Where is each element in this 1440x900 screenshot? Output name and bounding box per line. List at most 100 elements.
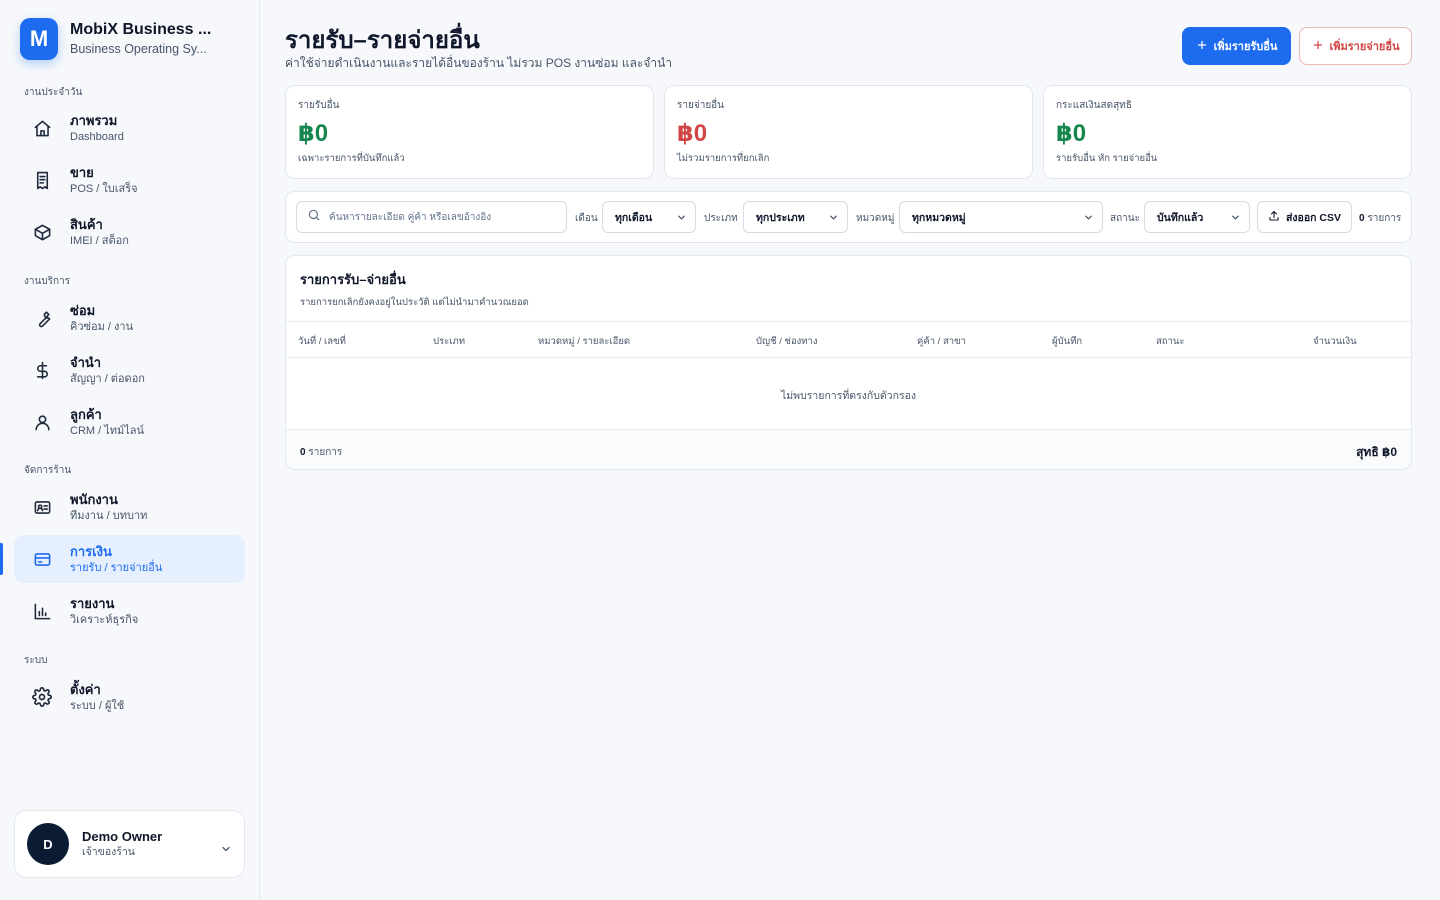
chevron-down-icon — [1083, 212, 1094, 226]
type-select[interactable]: ทุกประเภท — [743, 201, 848, 233]
sidebar-item-products[interactable]: สินค้า IMEI / สต็อก — [14, 208, 245, 256]
brand-title: MobiX Business ... — [70, 21, 212, 38]
search-icon — [307, 208, 321, 227]
receipt-icon — [14, 171, 70, 190]
sidebar-item-label: ลูกค้า — [70, 406, 102, 422]
sidebar-item-sub: ทีมงาน / บทบาท — [70, 509, 148, 522]
add-income-button[interactable]: เพิ่มรายรับอื่น — [1182, 27, 1291, 65]
nav-section-service: งานบริการ — [24, 276, 71, 287]
brand[interactable]: M MobiX Business ... Business Operating … — [20, 18, 211, 60]
category-select[interactable]: ทุกหมวดหมู่ — [899, 201, 1103, 233]
sidebar-item-sub: วิเคราะห์ธุรกิจ — [70, 613, 139, 626]
footer-net-total: สุทธิ ฿0 — [1356, 445, 1397, 459]
column-header-date[interactable]: วันที่ / เลขที่ — [298, 334, 346, 349]
column-header-type[interactable]: ประเภท — [433, 334, 465, 349]
empty-state: ไม่พบรายการที่ตรงกับตัวกรอง — [780, 390, 917, 402]
result-count-unit: รายการ — [1367, 213, 1402, 224]
export-csv-button[interactable]: ส่งออก CSV — [1257, 201, 1352, 233]
stat-label: กระแสเงินสดสุทธิ — [1056, 100, 1132, 111]
chevron-down-icon — [1230, 212, 1241, 226]
sidebar-item-sub: คิวซ่อม / งาน — [70, 320, 134, 333]
result-count-value: 0 — [1359, 213, 1365, 224]
brand-subtitle: Business Operating Sy... — [70, 42, 207, 56]
column-header-recorder[interactable]: ผู้บันทึก — [1052, 334, 1082, 349]
nav-section-system: ระบบ — [24, 655, 48, 666]
column-header-amount[interactable]: จำนวนเงิน — [1313, 334, 1357, 349]
footer-count-unit: รายการ — [308, 447, 343, 458]
result-count: 0 รายการ — [1359, 211, 1401, 226]
table-title: รายการรับ–จ่ายอื่น — [300, 272, 406, 287]
sidebar-item-sub: ระบบ / ผู้ใช้ — [70, 699, 125, 712]
add-expense-button[interactable]: เพิ่มรายจ่ายอื่น — [1299, 27, 1412, 65]
table-subtitle: รายการยกเลิกยังคงอยู่ในประวัติ แต่ไม่นำม… — [300, 297, 529, 308]
category-filter-label: หมวดหมู่ — [856, 213, 895, 224]
plus-icon — [1196, 39, 1208, 54]
table-footer: 0 รายการ สุทธิ ฿0 — [286, 429, 1411, 469]
user-role: เจ้าของร้าน — [82, 846, 135, 858]
stat-note: ไม่รวมรายการที่ยกเลิก — [677, 153, 770, 164]
type-filter-label: ประเภท — [704, 213, 738, 224]
upload-icon — [1268, 210, 1280, 225]
nav-section-daily: งานประจำวัน — [24, 87, 83, 98]
chevron-down-icon — [828, 212, 839, 226]
bar-chart-icon — [14, 602, 70, 621]
brand-logo: M — [20, 18, 58, 60]
stat-value: ฿0 — [298, 120, 329, 147]
stat-card-net: กระแสเงินสดสุทธิ ฿0 รายรับอื่น หัก รายจ่… — [1043, 85, 1412, 179]
status-select-value: บันทึกแล้ว — [1157, 211, 1204, 224]
add-income-label: เพิ่มรายรับอื่น — [1213, 41, 1278, 53]
sidebar-item-label: พนักงาน — [70, 491, 118, 507]
search-input[interactable] — [329, 211, 549, 223]
stat-card-income: รายรับอื่น ฿0 เฉพาะรายการที่บันทึกแล้ว — [285, 85, 654, 179]
filter-bar: เดือน ทุกเดือน ประเภท ทุกประเภท หมวดหมู่… — [285, 191, 1412, 243]
sidebar-item-staff[interactable]: พนักงานทีมงาน / บทบาท — [14, 483, 245, 531]
page-subtitle: ค่าใช้จ่ายดำเนินงานและรายได้อื่นของร้าน … — [285, 56, 673, 70]
sidebar-item-sub: สัญญา / ต่อดอก — [70, 372, 145, 385]
sidebar-item-sales[interactable]: ขาย POS / ใบเสร็จ — [14, 156, 245, 204]
column-header-category[interactable]: หมวดหมู่ / รายละเอียด — [538, 334, 630, 349]
type-select-value: ทุกประเภท — [756, 211, 805, 224]
transactions-table: รายการรับ–จ่ายอื่น รายการยกเลิกยังคงอยู่… — [285, 255, 1412, 470]
stat-label: รายจ่ายอื่น — [677, 100, 725, 111]
month-select[interactable]: ทุกเดือน — [602, 201, 696, 233]
table-header: วันที่ / เลขที่ ประเภท หมวดหมู่ / รายละเ… — [286, 321, 1411, 358]
column-header-status[interactable]: สถานะ — [1156, 334, 1184, 349]
column-header-account[interactable]: บัญชี / ช่องทาง — [756, 334, 818, 349]
sidebar-item-sub: POS / ใบเสร็จ — [70, 182, 138, 195]
category-select-value: ทุกหมวดหมู่ — [912, 211, 966, 224]
month-select-value: ทุกเดือน — [615, 211, 653, 224]
gear-icon — [14, 687, 70, 707]
chevron-down-icon — [676, 212, 687, 226]
avatar: D — [27, 823, 69, 865]
sidebar-item-label: ตั้งค่า — [70, 681, 101, 697]
sidebar-item-label: สินค้า — [70, 216, 103, 232]
box-icon — [14, 223, 70, 242]
month-filter-label: เดือน — [575, 213, 598, 224]
sidebar-item-label: ภาพรวม — [70, 112, 118, 128]
footer-count-value: 0 — [300, 447, 306, 458]
id-card-icon — [14, 498, 70, 517]
sidebar-item-repair[interactable]: ซ่อม คิวซ่อม / งาน — [14, 294, 245, 342]
stat-value: ฿0 — [1056, 120, 1087, 147]
stat-card-expense: รายจ่ายอื่น ฿0 ไม่รวมรายการที่ยกเลิก — [664, 85, 1033, 179]
nav-section-shop: จัดการร้าน — [24, 465, 72, 476]
stat-note: เฉพาะรายการที่บันทึกแล้ว — [298, 153, 405, 164]
search-box[interactable] — [296, 201, 567, 233]
sidebar-item-pawn[interactable]: จำนำ สัญญา / ต่อดอก — [14, 346, 245, 394]
sidebar-item-sub: IMEI / สต็อก — [70, 234, 129, 247]
footer-count: 0 รายการ — [300, 445, 342, 460]
sidebar-item-customers[interactable]: ลูกค้า CRM / ไทม์ไลน์ — [14, 398, 245, 446]
sidebar-item-finance[interactable]: การเงินรายรับ / รายจ่ายอื่น — [14, 535, 245, 583]
sidebar-item-sub: รายรับ / รายจ่ายอื่น — [70, 561, 163, 574]
status-select[interactable]: บันทึกแล้ว — [1144, 201, 1250, 233]
stat-value: ฿0 — [677, 120, 708, 147]
sidebar-item-label: การเงิน — [70, 543, 112, 559]
active-indicator — [0, 543, 3, 575]
sidebar-item-settings[interactable]: ตั้งค่าระบบ / ผู้ใช้ — [14, 673, 245, 721]
user-menu[interactable]: D Demo Owner เจ้าของร้าน — [14, 810, 245, 878]
column-header-partner[interactable]: คู่ค้า / สาขา — [917, 334, 966, 349]
sidebar-item-dashboard[interactable]: ภาพรวม Dashboard — [14, 104, 245, 152]
sidebar: M MobiX Business ... Business Operating … — [0, 0, 260, 900]
sidebar-item-reports[interactable]: รายงาน วิเคราะห์ธุรกิจ — [14, 587, 245, 635]
sidebar-item-sub: Dashboard — [70, 130, 124, 143]
